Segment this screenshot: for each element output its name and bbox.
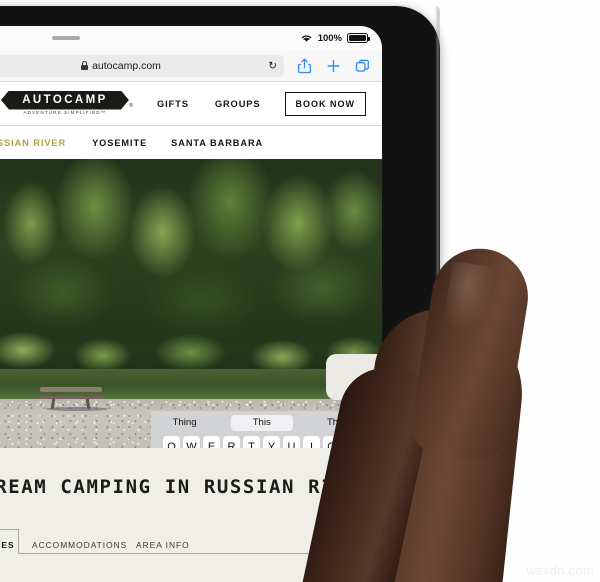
book-now-button[interactable]: BOOK NOW <box>284 91 367 116</box>
tab-amenities[interactable]: AMENITIES <box>0 540 15 550</box>
subnav-item-russian-river[interactable]: RUSSIAN RIVER <box>0 138 66 148</box>
toolbar-actions <box>297 58 370 74</box>
page-lower-content: AIRSTREAM CAMPING IN RUSSIAN RIVER AMENI… <box>0 448 382 582</box>
page-title: AIRSTREAM CAMPING IN RUSSIAN RIVER <box>0 476 374 498</box>
tabs-icon[interactable] <box>355 58 370 74</box>
logo-registered-mark: ® <box>129 102 133 109</box>
lock-icon <box>81 61 89 70</box>
website-viewport: EXPERIENCE AUTOCAMP ® ADVENTURE SIMPLIFI… <box>0 82 382 582</box>
ipad-device: 100% autocamp.com ↻ AUTOCAMP ® ADVENTURE… <box>0 6 440 582</box>
plus-icon[interactable] <box>326 58 341 74</box>
autocamp-logo[interactable]: AUTOCAMP ® ADVENTURE SIMPLIFIED™ <box>0 90 133 117</box>
secondary-navigation: ATIONS RUSSIAN RIVER YOSEMITE SANTA BARB… <box>0 126 382 159</box>
airstream-trailer <box>326 354 382 400</box>
tab-accommodations[interactable]: ACCOMMODATIONS <box>32 540 127 550</box>
status-bar-right: 100% <box>300 32 371 44</box>
image-watermark: wsxdn.com <box>526 563 594 578</box>
logo-wordmark: AUTOCAMP <box>22 94 108 106</box>
logo-banner: AUTOCAMP <box>0 90 129 110</box>
share-icon[interactable] <box>297 58 312 74</box>
subnav-item-yosemite[interactable]: YOSEMITE <box>92 138 147 148</box>
battery-icon <box>347 33 371 43</box>
content-tabs: AMENITIES ACCOMMODATIONS AREA INFO <box>0 528 352 554</box>
tab-area-info[interactable]: AREA INFO <box>136 540 190 550</box>
nav-item-groups[interactable]: GROUPS <box>215 99 261 109</box>
status-bar: 100% <box>0 26 382 50</box>
url-text: autocamp.com <box>92 59 161 72</box>
hero-photo <box>0 159 382 449</box>
address-bar[interactable]: autocamp.com ↻ <box>0 54 284 77</box>
device-bezel-highlight <box>435 6 440 582</box>
onscreen-keyboard: autocamp Thing This Think Q W E R T <box>151 411 372 449</box>
picnic-table <box>38 387 108 411</box>
wifi-icon <box>301 35 311 42</box>
hero-section: San of y. autocamp Thing This Think <box>0 159 382 449</box>
finger-highlight <box>441 260 497 338</box>
tabs-underline <box>0 553 352 554</box>
battery-percent-label: 100% <box>317 32 342 44</box>
ipad-screen: 100% autocamp.com ↻ AUTOCAMP ® ADVENTURE… <box>0 26 382 582</box>
nav-item-gifts[interactable]: GIFTS <box>157 99 189 109</box>
safari-toolbar: autocamp.com ↻ <box>0 50 382 82</box>
predictive-suggestion-bar: Thing This Think <box>151 411 372 434</box>
suggestion-think[interactable]: Think <box>318 415 359 430</box>
primary-navigation: EXPERIENCE AUTOCAMP ® ADVENTURE SIMPLIFI… <box>0 82 382 126</box>
subnav-item-santa-barbara[interactable]: SANTA BARBARA <box>171 138 263 148</box>
suggestion-this-selected[interactable]: This <box>230 414 293 431</box>
suggestion-thing[interactable]: Thing <box>164 415 206 430</box>
window-grabber-handle[interactable] <box>52 36 80 40</box>
screenshot-stage: 100% autocamp.com ↻ AUTOCAMP ® ADVENTURE… <box>0 0 600 582</box>
reload-icon[interactable]: ↻ <box>268 59 277 73</box>
logo-tagline: ADVENTURE SIMPLIFIED™ <box>23 110 107 115</box>
